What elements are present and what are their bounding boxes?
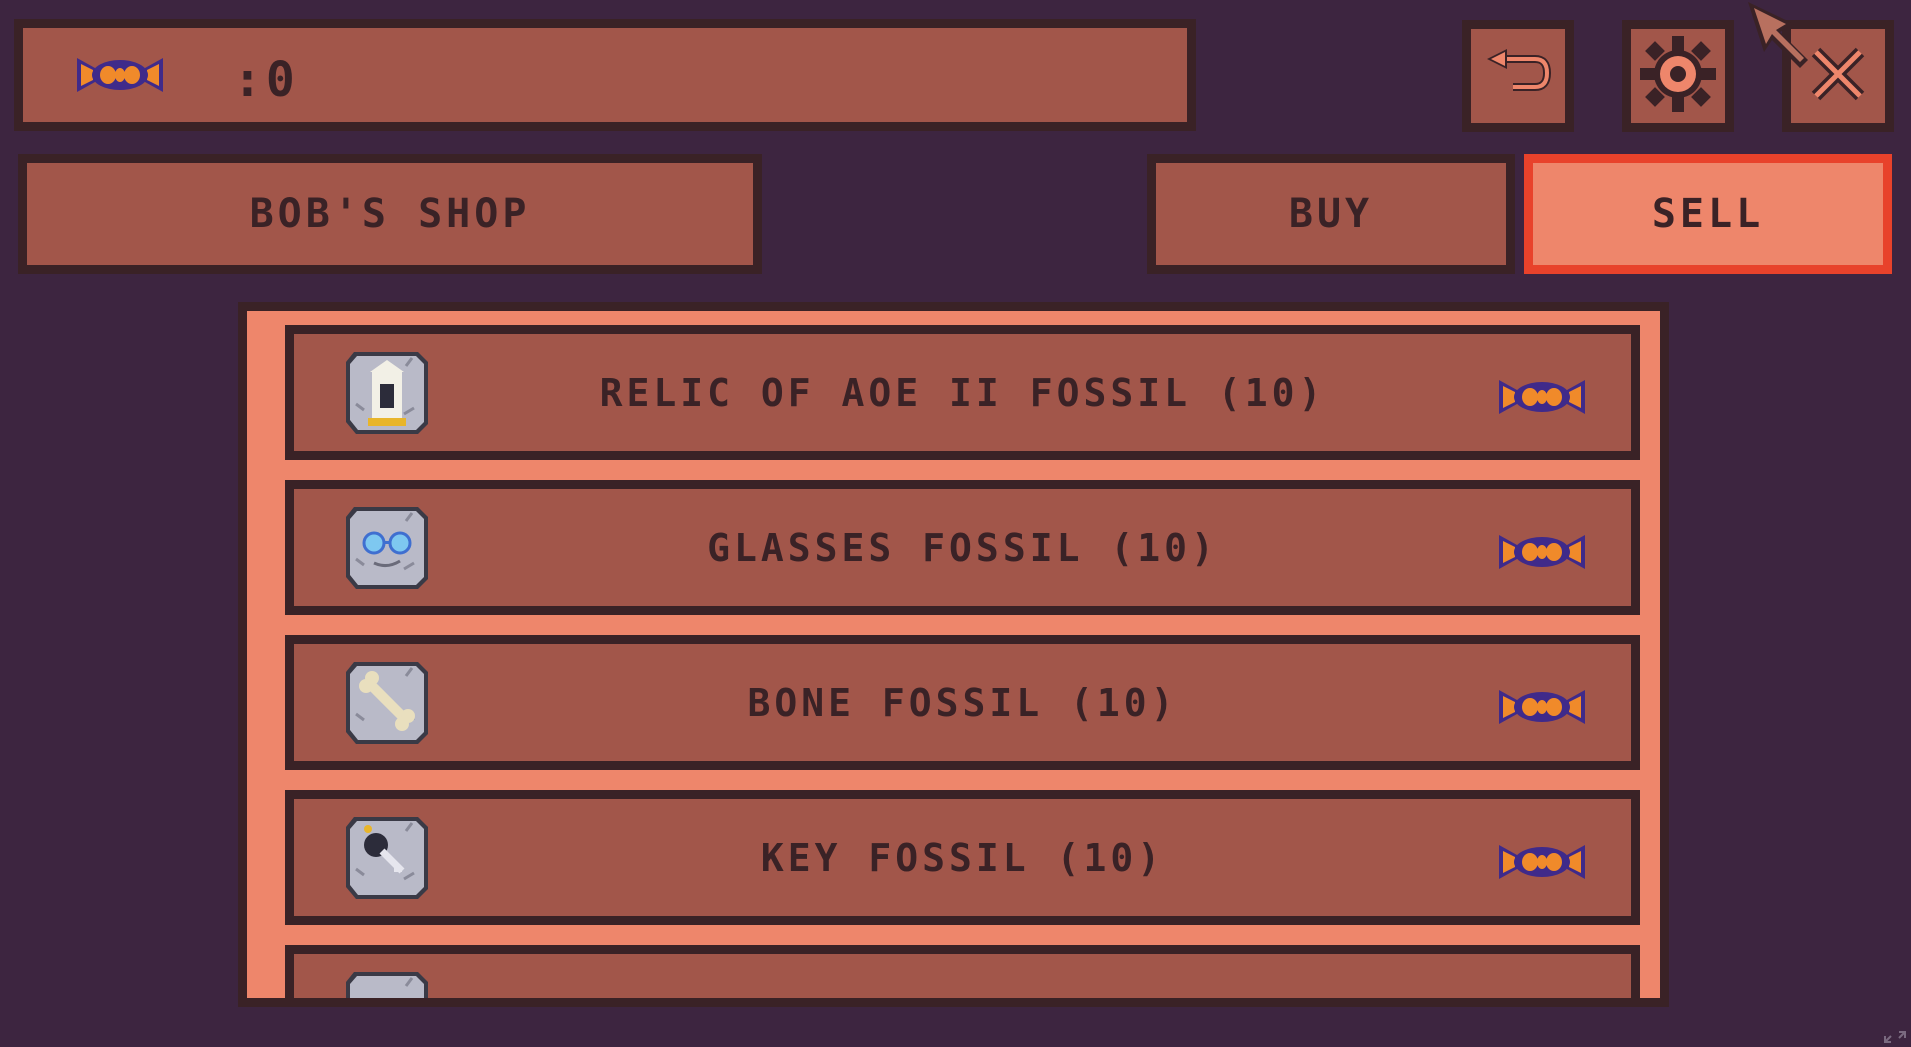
back-arrow-icon xyxy=(1483,49,1553,103)
candy-icon xyxy=(1497,839,1587,889)
settings-button[interactable] xyxy=(1622,20,1734,132)
candy-icon xyxy=(1497,529,1587,579)
list-item-bone-fossil[interactable]: BONE FOSSIL (10) xyxy=(285,635,1640,770)
list-item-key-fossil[interactable]: KEY FOSSIL (10) xyxy=(285,790,1640,925)
cursor-icon xyxy=(1746,0,1816,74)
tab-sell[interactable]: SELL xyxy=(1524,154,1892,274)
item-name: KEY FOSSIL (10) xyxy=(760,835,1165,880)
list-item-partial[interactable] xyxy=(285,945,1640,998)
shop-title: BOB'S SHOP xyxy=(18,154,762,274)
back-button[interactable] xyxy=(1462,20,1574,132)
tab-buy[interactable]: BUY xyxy=(1147,154,1515,274)
candy-icon xyxy=(1497,684,1587,734)
item-name xyxy=(294,954,1631,998)
currency-amount: :0 xyxy=(233,52,299,108)
list-item-relic-fossil[interactable]: RELIC OF AOE II FOSSIL (10) xyxy=(285,325,1640,460)
item-name: BONE FOSSIL (10) xyxy=(747,680,1178,725)
item-list[interactable]: RELIC OF AOE II FOSSIL (10) GLASSES FOSS… xyxy=(238,302,1669,1007)
gear-icon xyxy=(1638,34,1718,118)
candy-icon xyxy=(1497,374,1587,424)
item-name: RELIC OF AOE II FOSSIL (10) xyxy=(599,370,1326,415)
currency-bar: :0 xyxy=(14,19,1196,131)
list-item-glasses-fossil[interactable]: GLASSES FOSSIL (10) xyxy=(285,480,1640,615)
fullscreen-icon[interactable] xyxy=(1884,1028,1906,1047)
candy-icon xyxy=(75,52,165,102)
close-icon xyxy=(1808,44,1868,108)
item-name: GLASSES FOSSIL (10) xyxy=(707,525,1218,570)
